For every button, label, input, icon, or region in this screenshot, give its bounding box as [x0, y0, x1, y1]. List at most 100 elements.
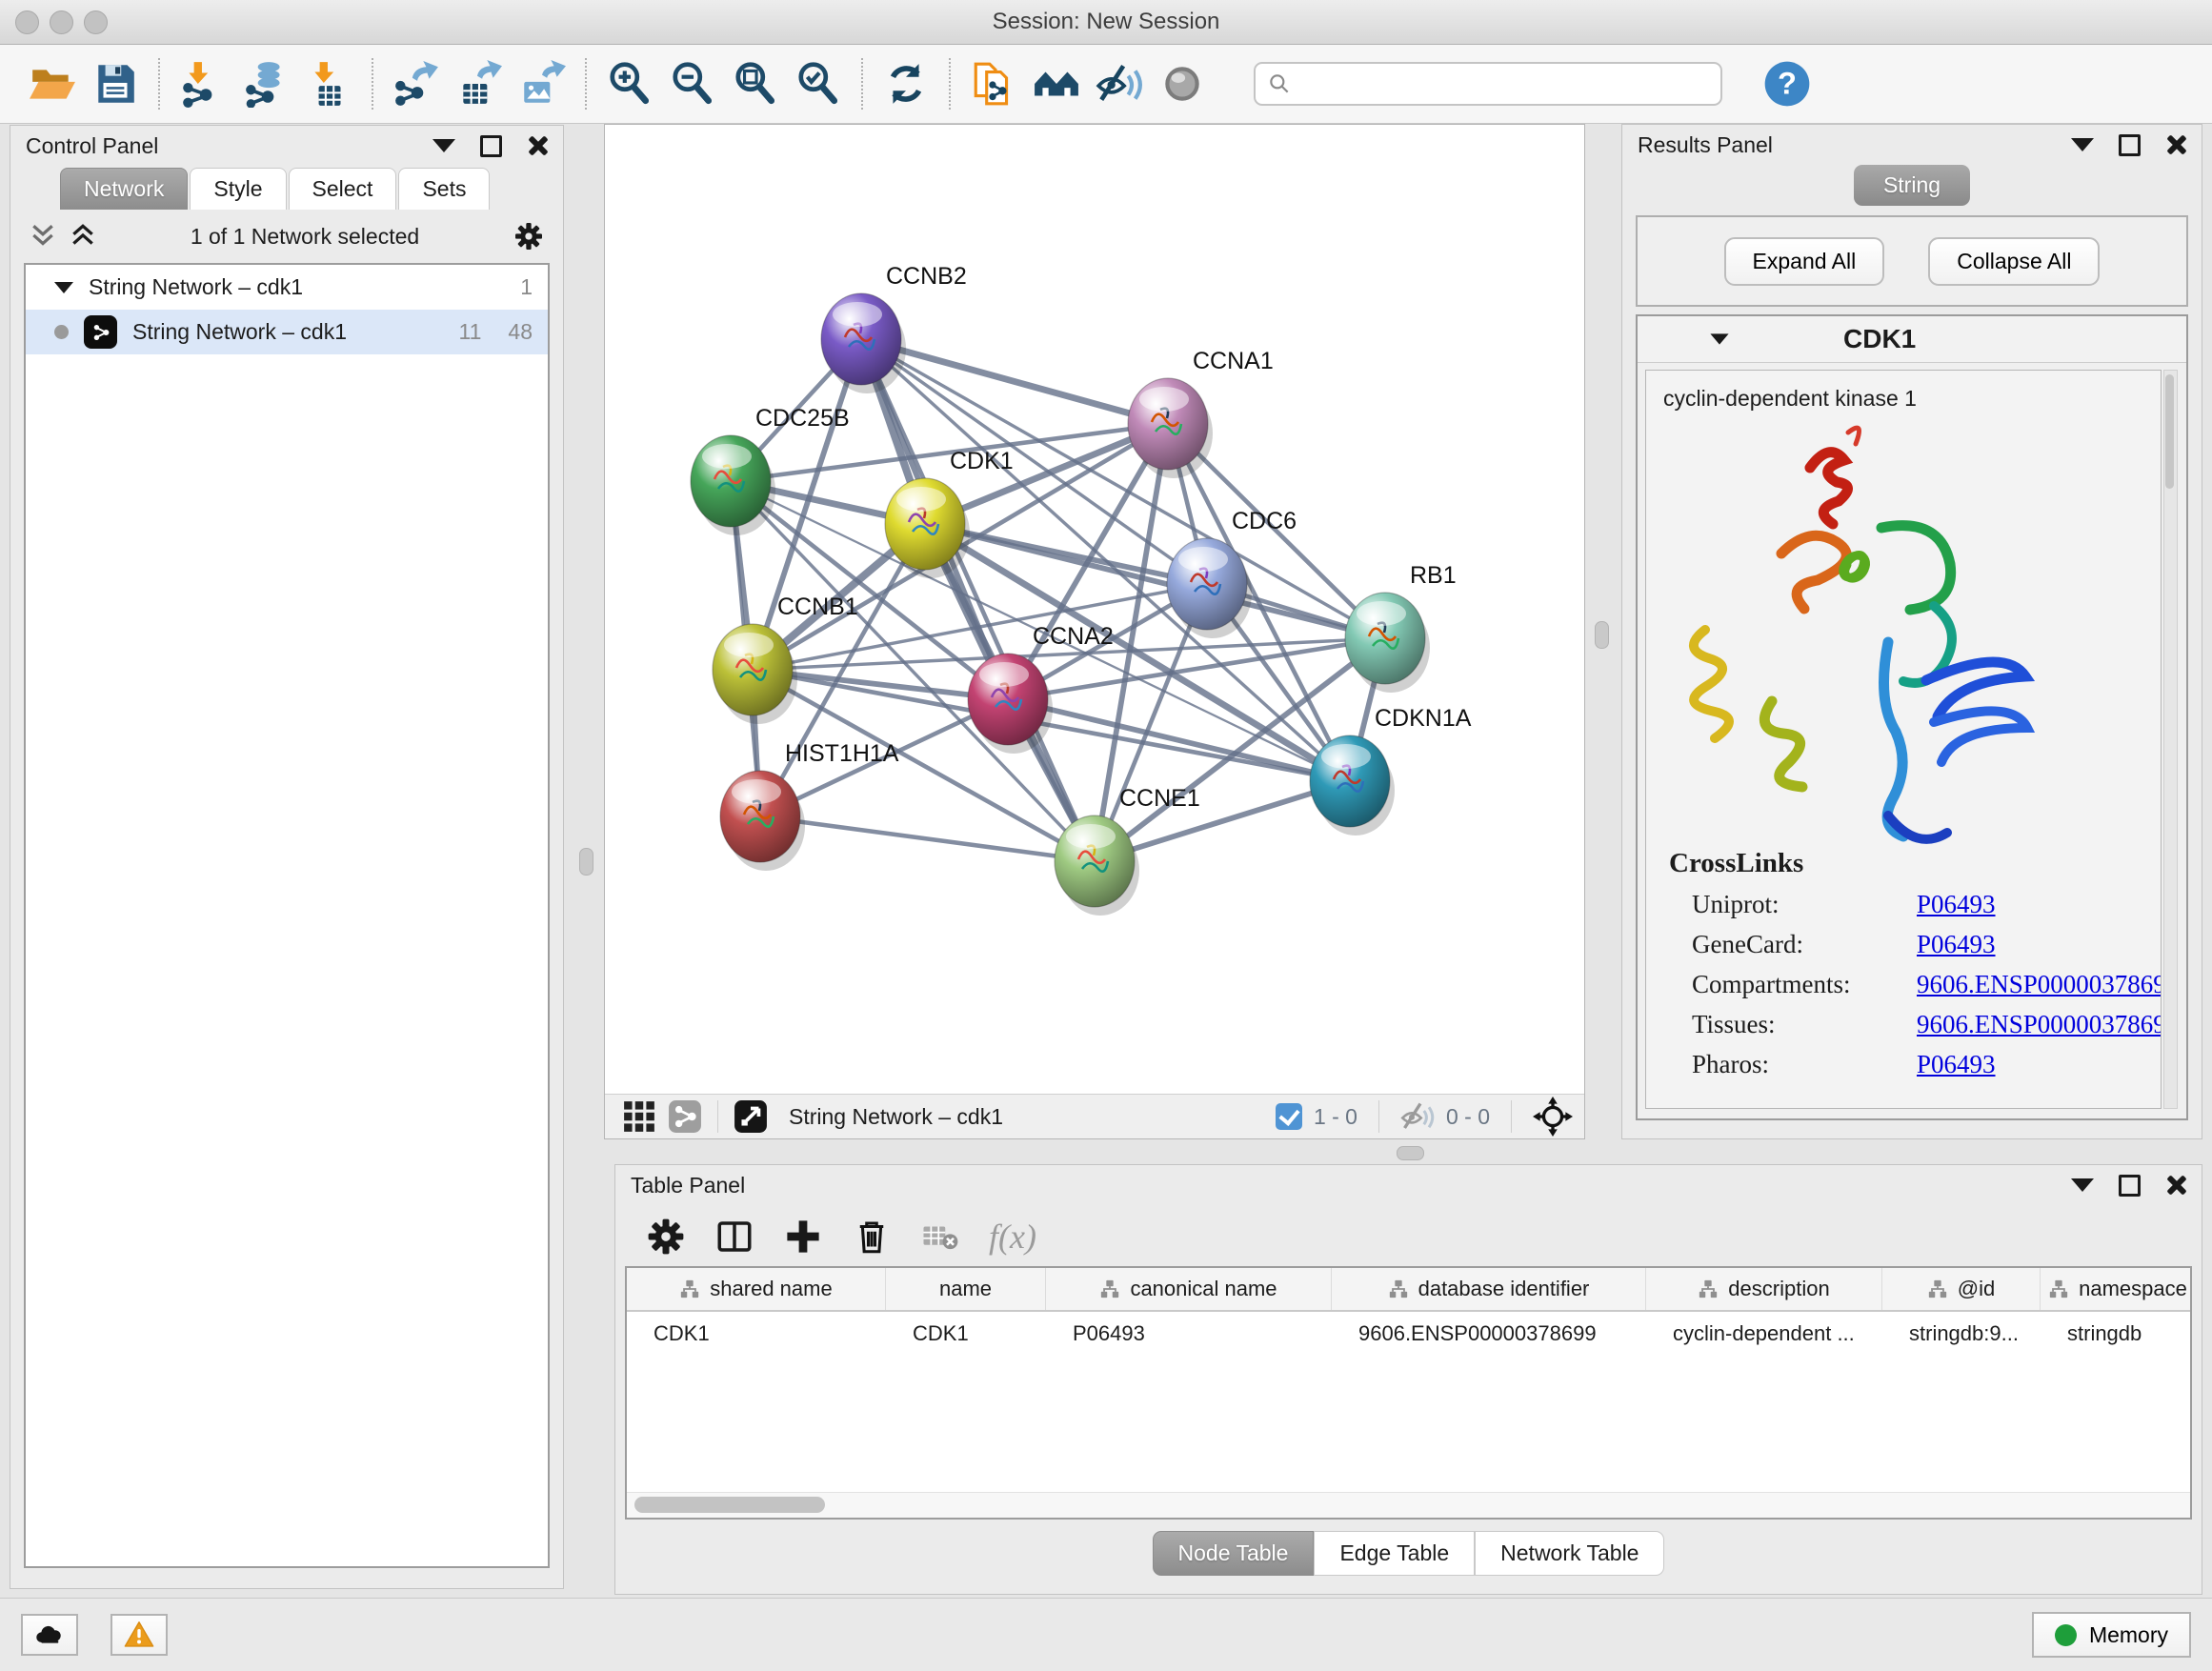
create-column-button[interactable] [783, 1217, 823, 1257]
collapse-all-button[interactable]: Collapse All [1928, 237, 2100, 286]
float-panel-icon[interactable] [2119, 134, 2141, 156]
float-panel-icon[interactable] [480, 135, 502, 157]
column-header-description[interactable]: description [1646, 1268, 1882, 1310]
delete-table-button[interactable] [920, 1217, 960, 1257]
table-settings-button[interactable] [646, 1217, 686, 1257]
crosshair-icon[interactable] [1533, 1097, 1573, 1137]
collapse-section-icon[interactable] [1710, 333, 1728, 344]
export-image-button[interactable] [514, 56, 570, 111]
node-label: RB1 [1410, 562, 1457, 589]
close-window-button[interactable] [15, 10, 39, 34]
panel-menu-icon[interactable] [432, 139, 455, 152]
tab-network-table[interactable]: Network Table [1475, 1531, 1664, 1576]
toolbar-separator [158, 58, 160, 110]
save-session-button[interactable] [88, 56, 143, 111]
crosslink-link[interactable]: 9606.ENSP00000378699 [1917, 1010, 2162, 1039]
minimize-window-button[interactable] [50, 10, 73, 34]
scrollbar-thumb[interactable] [634, 1497, 825, 1513]
scrollbar-thumb[interactable] [2165, 374, 2174, 489]
network-canvas[interactable]: CCNB2CCNA1CDC25BCDK1CDC6RB1CCNB1CCNA2CDK… [605, 125, 1584, 1095]
column-header-canonical-name[interactable]: canonical name [1046, 1268, 1332, 1310]
network-node[interactable]: HIST1H1A [720, 740, 899, 871]
network-node[interactable]: CCNB2 [821, 263, 967, 393]
network-node[interactable]: CCNB1 [713, 594, 858, 724]
column-header-name[interactable]: name [886, 1268, 1046, 1310]
export-table-button[interactable] [452, 56, 507, 111]
tab-style[interactable]: Style [190, 168, 286, 210]
column-header--id[interactable]: @id [1882, 1268, 2041, 1310]
import-network-file-button[interactable] [175, 56, 231, 111]
function-builder-button[interactable]: f(x) [989, 1217, 1036, 1257]
network-row-selected[interactable]: String Network – cdk1 1148 [26, 310, 548, 354]
search-input[interactable] [1292, 70, 1709, 98]
cloud-button[interactable] [21, 1614, 78, 1656]
help-button[interactable]: ? [1760, 57, 1814, 111]
zoom-selected-button[interactable] [791, 56, 846, 111]
zoom-window-button[interactable] [84, 10, 108, 34]
tab-node-table[interactable]: Node Table [1153, 1531, 1315, 1576]
crosslink-link[interactable]: 9606.ENSP00000378699 [1917, 970, 2162, 999]
column-header-database-identifier[interactable]: database identifier [1332, 1268, 1646, 1310]
zoom-fit-button[interactable] [728, 56, 783, 111]
crosslink-link[interactable]: P06493 [1917, 890, 1996, 919]
expand-all-icon[interactable] [70, 223, 96, 250]
float-panel-icon[interactable] [2119, 1175, 2141, 1197]
results-scrollbar[interactable] [2163, 370, 2178, 1109]
open-session-button[interactable] [25, 56, 80, 111]
table-horizontal-scrollbar[interactable] [627, 1492, 2190, 1518]
apply-layout-button[interactable] [878, 56, 934, 111]
panel-menu-icon[interactable] [2071, 1178, 2094, 1192]
network-node[interactable]: CDC6 [1167, 508, 1297, 638]
hide-selected-button[interactable] [1092, 56, 1147, 111]
network-view-button[interactable] [668, 1099, 702, 1134]
close-panel-icon[interactable] [2165, 134, 2186, 155]
edge-count: 48 [508, 319, 533, 345]
panel-menu-icon[interactable] [2071, 138, 2094, 151]
selected-checkbox[interactable] [1276, 1103, 1302, 1130]
network-edge[interactable] [760, 816, 1095, 861]
collapse-all-icon[interactable] [30, 223, 56, 250]
zoom-out-button[interactable] [665, 56, 720, 111]
table-row[interactable]: CDK1CDK1P064939606.ENSP00000378699cyclin… [627, 1312, 2190, 1356]
grid-view-button[interactable] [622, 1099, 656, 1134]
birdseye-view-button[interactable] [734, 1099, 768, 1134]
gene-section-header[interactable]: CDK1 [1638, 316, 2186, 363]
import-table-file-button[interactable] [301, 56, 356, 111]
crosslink-link[interactable]: P06493 [1917, 1050, 1996, 1079]
network-collection-row[interactable]: String Network – cdk1 1 [26, 265, 548, 310]
expander-icon[interactable] [54, 282, 73, 293]
import-network-database-button[interactable] [238, 56, 293, 111]
close-panel-icon[interactable] [527, 135, 548, 156]
delete-column-button[interactable] [852, 1217, 892, 1257]
tab-edge-table[interactable]: Edge Table [1314, 1531, 1475, 1576]
zoom-in-button[interactable] [602, 56, 657, 111]
export-network-button[interactable] [389, 56, 444, 111]
network-node[interactable]: RB1 [1345, 562, 1457, 693]
network-node[interactable]: CCNE1 [1055, 785, 1200, 916]
network-edge[interactable] [925, 524, 1385, 638]
column-header-shared-name[interactable]: shared name [627, 1268, 886, 1310]
vertical-splitter-handle[interactable] [1595, 621, 1609, 649]
tab-sets[interactable]: Sets [398, 168, 490, 210]
horizontal-splitter-handle[interactable] [1397, 1146, 1424, 1160]
vertical-splitter-handle[interactable] [579, 848, 593, 876]
first-neighbors-button[interactable] [1029, 56, 1084, 111]
plus-icon [783, 1217, 823, 1257]
warnings-button[interactable] [111, 1614, 168, 1656]
tab-select[interactable]: Select [289, 168, 397, 210]
gear-icon[interactable] [513, 221, 544, 252]
memory-button[interactable]: Memory [2032, 1612, 2191, 1658]
tab-network[interactable]: Network [60, 168, 188, 210]
show-columns-button[interactable] [714, 1217, 754, 1257]
tab-string[interactable]: String [1854, 165, 1970, 206]
import-string-network-button[interactable] [966, 56, 1021, 111]
crosslink-link[interactable]: P06493 [1917, 930, 1996, 959]
close-panel-icon[interactable] [2165, 1175, 2186, 1196]
toolbar-search-box[interactable] [1254, 62, 1722, 106]
column-header-label: namespace [2079, 1277, 2187, 1301]
network-node[interactable]: CDKN1A [1310, 705, 1472, 836]
expand-all-button[interactable]: Expand All [1724, 237, 1885, 286]
column-header-namespace[interactable]: namespace [2041, 1268, 2192, 1310]
network-node[interactable]: CCNA1 [1128, 348, 1274, 478]
show-graphics-details-button[interactable] [1155, 56, 1210, 111]
